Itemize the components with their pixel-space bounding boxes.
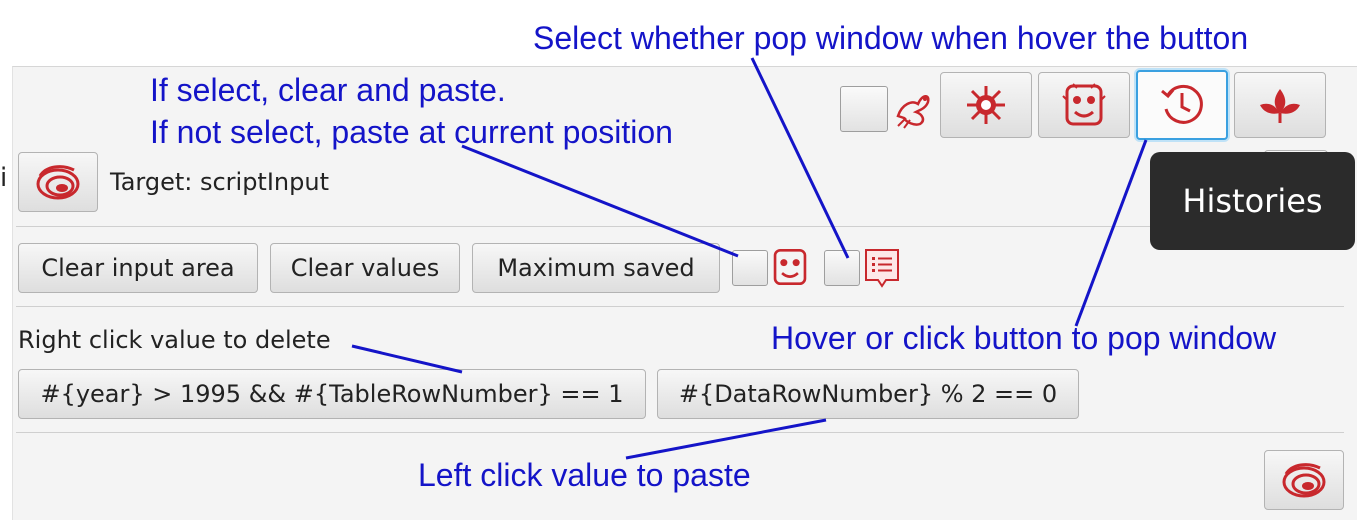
annotation-clear-paste-1: If select, clear and paste.: [150, 72, 506, 108]
annotation-line-hover-click: [1074, 139, 1148, 327]
annotation-line-popup-hover: [750, 57, 850, 259]
annotation-clear-paste-2: If not select, paste at current position: [150, 114, 673, 150]
annotation-left-click: Left click value to paste: [418, 457, 751, 493]
annotation-line-left-click: [625, 418, 827, 460]
annotation-popup-hover: Select whether pop window when hover the…: [533, 20, 1249, 56]
annotation-hover-click: Hover or click button to pop window: [771, 320, 1277, 356]
annotation-line-right-click: [351, 344, 463, 374]
annotation-line-clear-paste: [461, 144, 739, 258]
